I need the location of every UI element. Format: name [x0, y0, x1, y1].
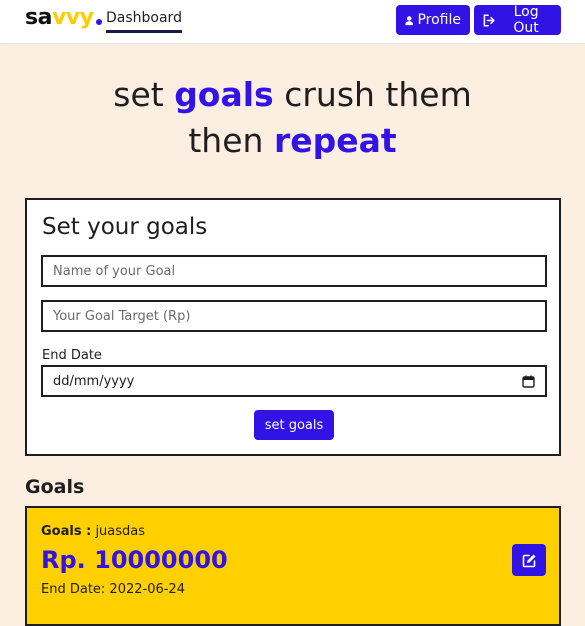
end-date-placeholder: dd/mm/yyyy — [53, 373, 135, 389]
brand-logo[interactable]: sa vvy — [25, 5, 103, 30]
goal-name-input[interactable] — [41, 255, 547, 287]
hero-word: then — [188, 121, 264, 160]
end-date-label: End Date — [42, 348, 102, 363]
hero-accent-repeat: repeat — [273, 121, 397, 160]
hero-line-1: set goals crush them — [0, 72, 585, 118]
goal-name-line: Goals : juasdas — [41, 524, 145, 539]
hero-accent-goals: goals — [174, 75, 274, 114]
edit-icon — [522, 554, 535, 567]
profile-label: Profile — [417, 12, 461, 28]
sign-out-icon — [483, 14, 495, 26]
set-goals-button[interactable]: set goals — [254, 410, 334, 440]
hero-heading: set goals crush them then repeat — [0, 72, 585, 164]
hero-word: set — [113, 75, 164, 114]
brand-prefix: sa — [25, 5, 52, 30]
goal-end-date: End Date: 2022-06-24 — [41, 582, 185, 597]
brand-dot-icon — [96, 19, 103, 25]
goal-target-input[interactable] — [41, 300, 547, 332]
goal-name-value: juasdas — [95, 524, 146, 539]
end-date-input[interactable]: dd/mm/yyyy — [41, 365, 547, 397]
navbar: sa vvy Dashboard Profile Log Out — [0, 0, 585, 43]
goal-name-label: Goals : — [41, 524, 92, 539]
edit-goal-button[interactable] — [512, 544, 546, 576]
hero-word: crush them — [284, 75, 472, 114]
logout-label: Log Out — [513, 4, 539, 36]
logout-button[interactable]: Log Out — [474, 4, 561, 36]
goal-amount: Rp. 10000000 — [41, 546, 228, 574]
goal-card: Goals : juasdas Rp. 10000000 End Date: 2… — [25, 506, 561, 626]
form-title: Set your goals — [42, 214, 208, 240]
user-icon — [405, 15, 414, 25]
calendar-icon[interactable] — [522, 375, 535, 388]
brand-accent: vvy — [51, 5, 94, 30]
set-goals-form: Set your goals End Date dd/mm/yyyy set g… — [25, 198, 561, 456]
goals-heading: Goals — [25, 476, 85, 498]
profile-button[interactable]: Profile — [396, 5, 470, 35]
nav-dashboard-link[interactable]: Dashboard — [106, 10, 182, 33]
hero-line-2: then repeat — [0, 118, 585, 164]
